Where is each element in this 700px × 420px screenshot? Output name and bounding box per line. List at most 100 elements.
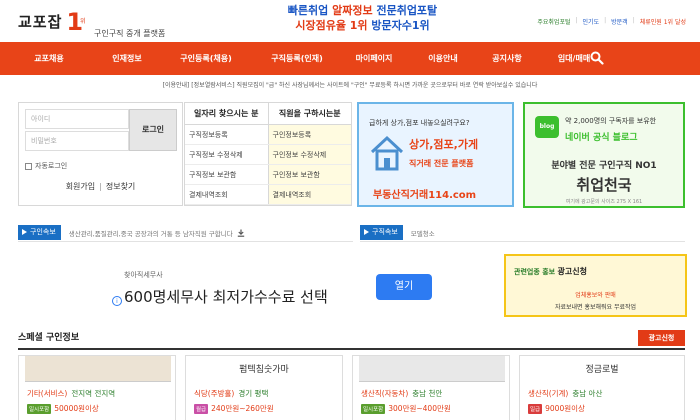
ad-apply-banner[interactable]: 관련업종 홍보 광고신청 업체홍보와 판매 자료보내면 홍보해줘요 무료작업 bbox=[504, 254, 687, 317]
logo-rank-suffix: 위 bbox=[80, 18, 86, 25]
quick-menu-table: 일자리 찾으시는 분 직원을 구하시는분 구직정보등록 구인정보등록 구직정보 … bbox=[184, 102, 352, 206]
job-ticker: 구인속보 생산관리,품질관리,중국 공장과의 거통 등 남자직원 구합니다 bbox=[18, 225, 245, 240]
nav-item-mypage[interactable]: 마이페이지 bbox=[338, 53, 410, 64]
blog-icon: blog bbox=[535, 116, 559, 138]
blog-ad-tagline: 분야별 전문 구인구직 NO1 bbox=[551, 161, 657, 171]
estate-ad-subline: 직거래 전문 플랫폼 bbox=[409, 159, 474, 168]
main-nav: 교포채용 인재정보 구인등록(채용) 구직등록(인재) 마이페이지 이용안내 공… bbox=[0, 42, 700, 75]
job-ticker-label[interactable]: 구인속보 bbox=[18, 225, 61, 240]
header-promo-banner[interactable]: 빠른취업 알짜정보 전문취업포탈 시장점유율 1위 방문자수1위 bbox=[275, 4, 450, 34]
login-links: 회원가입 | 정보찾기 bbox=[65, 182, 136, 191]
special-jobs-divider bbox=[18, 348, 685, 350]
download-icon[interactable] bbox=[237, 229, 245, 237]
usage-notice: [이용안내] [정보열람서비스] 직원모집이 "급" 하신 사장님께서는 사이트… bbox=[162, 82, 538, 89]
resume-ticker-label[interactable]: 구직속보 bbox=[360, 225, 403, 240]
menu-employer-payments[interactable]: 결제내역조회 bbox=[267, 185, 351, 204]
menu-job-register[interactable]: 구인정보등록 bbox=[267, 125, 351, 144]
job-location: 전지역 전지역 bbox=[71, 389, 116, 398]
job-category: 생산직(자동차) bbox=[361, 389, 409, 398]
password-input[interactable]: 비밀번호 bbox=[25, 131, 129, 151]
promo-visitors: 방문자수1위 bbox=[371, 19, 430, 32]
side-ad-line2: 자료보내면 홍보해줘요 무료작업 bbox=[554, 304, 637, 311]
menu-job-storage[interactable]: 구인정보 보관함 bbox=[267, 165, 351, 184]
side-ad-label: 관련업종 홍보 bbox=[514, 268, 556, 276]
pay-amount: 50000원이상 bbox=[54, 404, 99, 413]
employer-header: 직원을 구하시는분 bbox=[267, 103, 352, 124]
house-icon bbox=[370, 135, 404, 171]
company-name: 펌텍침숫가마 bbox=[239, 365, 289, 375]
job-category: 기타(서비스) bbox=[27, 389, 68, 398]
auto-login-checkbox[interactable] bbox=[25, 162, 32, 170]
pay-amount: 9000원이상 bbox=[545, 404, 585, 413]
logo-text[interactable]: 교포잡 bbox=[18, 11, 62, 32]
company-name: 정금로벌 bbox=[585, 365, 619, 375]
special-job-card[interactable]: 펌텍침숫가마 식당(주방홀) 경기 평택 월급 240만원~260만원 bbox=[185, 355, 343, 420]
nav-item-talent-info[interactable]: 인재정보 bbox=[98, 53, 156, 64]
menu-seeker-payments[interactable]: 결제내역조회 bbox=[185, 185, 268, 204]
side-ad-line1: 업체홍보와 판매 bbox=[575, 292, 616, 299]
nav-item-guide[interactable]: 이용안내 bbox=[410, 53, 476, 64]
resume-ticker: 구직속보 모델청소 bbox=[360, 225, 435, 240]
job-location: 경기 평택 bbox=[238, 389, 269, 398]
job-location: 충남 천안 bbox=[412, 389, 443, 398]
pay-type-badge: 일시포함 bbox=[27, 403, 52, 414]
tax-ad-headline: 600명세무사 최저가수수료 선택 bbox=[124, 288, 328, 306]
ad-info-icon[interactable]: i bbox=[112, 296, 122, 306]
special-jobs-title: 스페셜 구인정보 bbox=[18, 333, 80, 343]
tax-ad-open-button[interactable]: 열기 bbox=[376, 274, 432, 300]
search-icon[interactable] bbox=[590, 51, 604, 65]
top-link-portal[interactable]: 주요취업포털 bbox=[537, 17, 570, 26]
ad-apply-button[interactable]: 광고신청 bbox=[638, 330, 685, 346]
job-category: 식당(주방홀) bbox=[194, 389, 235, 398]
id-input[interactable]: 아이디 bbox=[25, 109, 129, 129]
pay-type-badge: 일시포함 bbox=[361, 403, 386, 414]
menu-resume-register[interactable]: 구직정보등록 bbox=[185, 125, 268, 144]
estate-ad-headline: 상가,점포,가게 bbox=[409, 138, 479, 151]
blog-ad-size-note: 여기에 광고문의 사이즈 275 X 161 bbox=[565, 199, 643, 205]
top-link-visitors[interactable]: 방문객 bbox=[611, 17, 628, 26]
nav-item-notice[interactable]: 공지사항 bbox=[476, 53, 538, 64]
auto-login[interactable]: 자동로그인 bbox=[25, 161, 67, 171]
special-job-card[interactable]: 정금로벌 생산직(기계) 충남 아산 일급 9000원이상 bbox=[519, 355, 685, 420]
top-link-residents[interactable]: 체류인원 1위 달성 bbox=[640, 17, 686, 26]
site-tagline: 구인구직 중개 플랫폼 bbox=[94, 29, 166, 38]
promo-useful-info: 알짜정보 bbox=[332, 4, 373, 17]
nav-item-korean-hiring[interactable]: 교포채용 bbox=[0, 53, 98, 64]
job-ticker-divider bbox=[18, 241, 353, 242]
site-logo[interactable]: 교포잡 1 bbox=[18, 8, 83, 34]
menu-job-edit[interactable]: 구인정보 수정삭제 bbox=[267, 145, 351, 164]
naver-blog-ad[interactable]: blog 약 2,000명의 구독자를 보유한 네이버 공식 블로그 분야별 전… bbox=[523, 102, 685, 208]
tax-accountant-ad[interactable]: 찾아직세무사 600명세무사 최저가수수료 선택 열기 i bbox=[112, 258, 440, 316]
estate-ad-question: 급하게 상가,점포 내놓으실려구요? bbox=[369, 119, 470, 127]
resume-ticker-text[interactable]: 모델청소 bbox=[411, 228, 435, 238]
job-ticker-text[interactable]: 생산관리,품질관리,중국 공장과의 거통 등 남자직원 구합니다 bbox=[69, 228, 233, 238]
top-link-popularity[interactable]: 인기도 bbox=[583, 17, 600, 26]
promo-portal: 전문취업포탈 bbox=[376, 4, 438, 17]
job-card-image bbox=[359, 356, 505, 382]
pay-amount: 240만원~260만원 bbox=[211, 404, 274, 413]
job-card-image bbox=[25, 356, 171, 382]
blog-ad-subscribers: 약 2,000명의 구독자를 보유한 bbox=[565, 117, 657, 125]
menu-resume-edit[interactable]: 구직정보 수정삭제 bbox=[185, 145, 268, 164]
nav-item-post-job[interactable]: 구인등록(채용) bbox=[156, 53, 256, 64]
find-info-link[interactable]: 정보찾기 bbox=[106, 182, 135, 191]
resume-ticker-divider bbox=[360, 241, 685, 242]
real-estate-ad[interactable]: 급하게 상가,점포 내놓으실려구요? 상가,점포,가게 직거래 전문 플랫폼 부… bbox=[357, 102, 514, 207]
login-button[interactable]: 로그인 bbox=[129, 109, 177, 151]
signup-link[interactable]: 회원가입 bbox=[66, 182, 95, 191]
menu-resume-storage[interactable]: 구직정보 보관함 bbox=[185, 165, 268, 184]
special-job-card[interactable]: 생산직(자동차) 충남 천안 일시포함 300만원~400만원 bbox=[352, 355, 510, 420]
top-links: 주요취업포털 | 인기도 | 방문객 | 체류인원 1위 달성 bbox=[537, 17, 686, 26]
nav-item-post-resume[interactable]: 구직등록(인재) bbox=[256, 53, 338, 64]
special-job-card[interactable]: 기타(서비스) 전지역 전지역 일시포함 50000원이상 bbox=[18, 355, 176, 420]
blog-ad-brand: 취업천국 bbox=[576, 176, 632, 194]
login-box: 아이디 비밀번호 로그인 자동로그인 회원가입 | 정보찾기 bbox=[18, 102, 183, 206]
site-header: 교포잡 1 위 구인구직 중개 플랫폼 빠른취업 알짜정보 전문취업포탈 시장점… bbox=[0, 0, 700, 42]
estate-ad-domain: 부동산직거래114.com bbox=[373, 190, 477, 201]
tax-ad-source: 찾아직세무사 bbox=[124, 271, 163, 279]
blog-ad-title: 네이버 공식 블로그 bbox=[565, 133, 638, 143]
job-category: 생산직(기계) bbox=[528, 389, 569, 398]
pay-type-badge: 일급 bbox=[528, 403, 543, 414]
pay-amount: 300만원~400만원 bbox=[388, 404, 451, 413]
promo-fast-job: 빠른취업 bbox=[287, 4, 329, 17]
